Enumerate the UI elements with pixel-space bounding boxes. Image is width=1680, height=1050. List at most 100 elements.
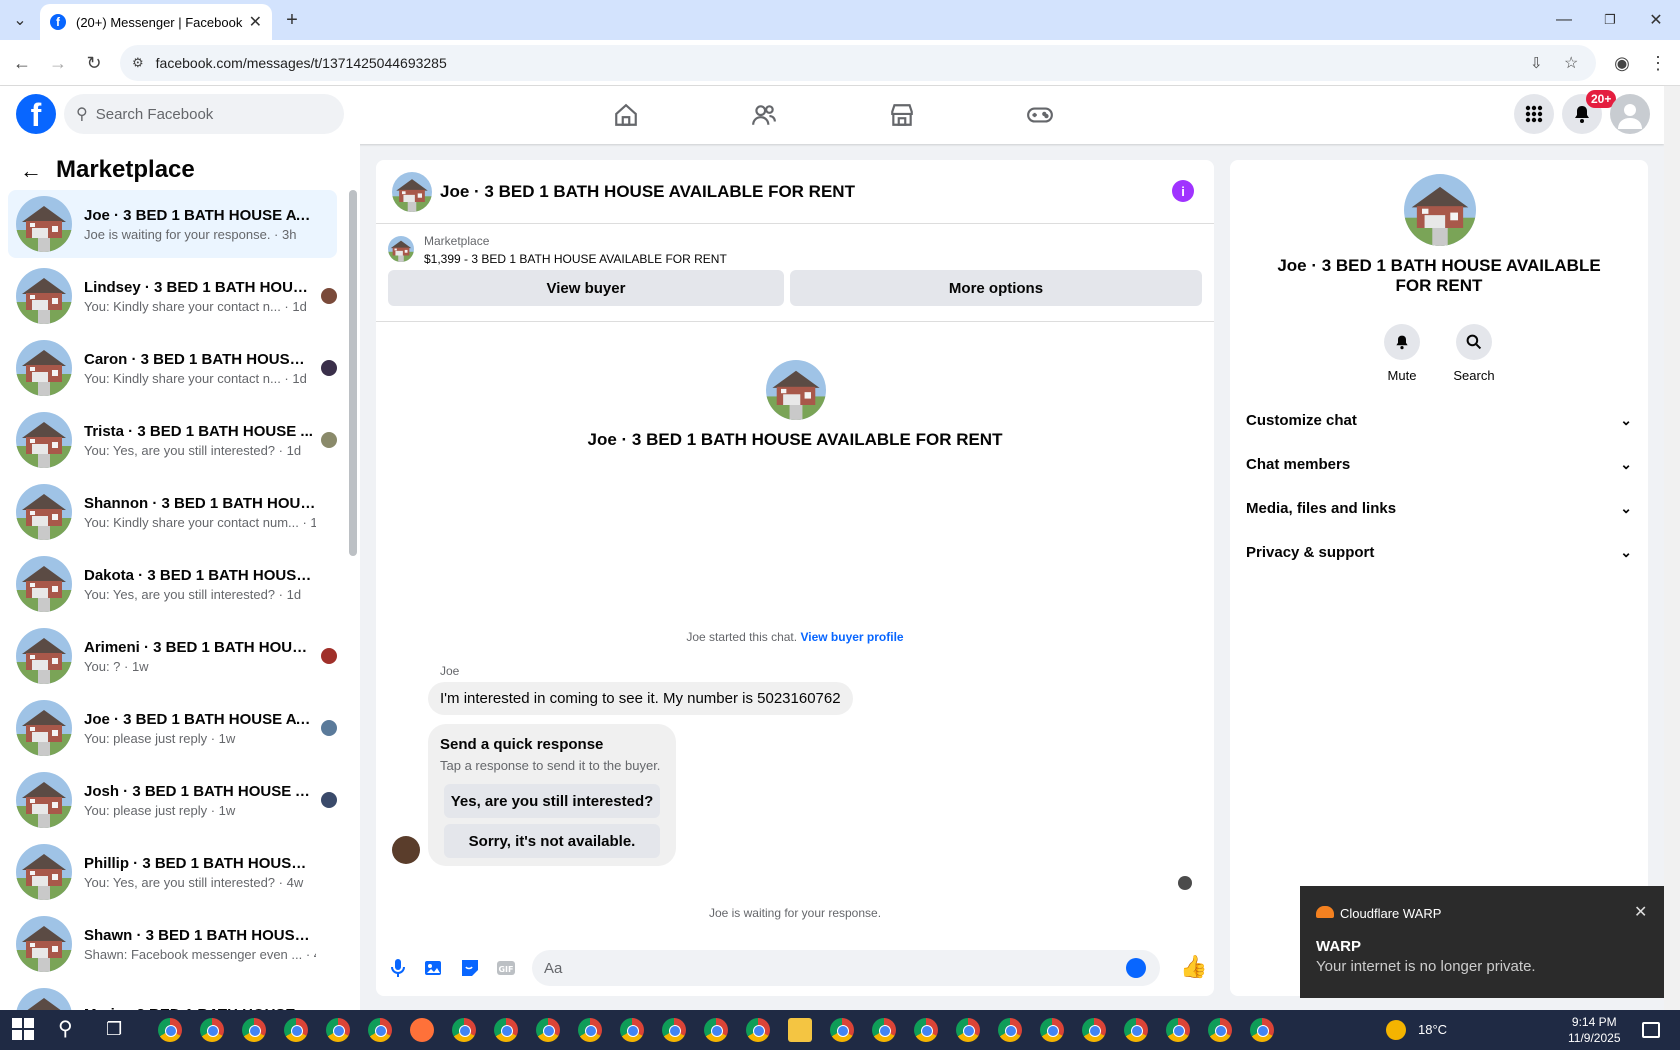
details-section-row[interactable]: Chat members ⌄ xyxy=(1246,444,1632,484)
close-tab-icon[interactable]: ✕ xyxy=(249,12,262,32)
chat-list-scrollbar[interactable] xyxy=(349,190,357,556)
taskbar-app-icon[interactable] xyxy=(158,1018,182,1042)
message-bubble[interactable]: I'm interested in coming to see it. My n… xyxy=(428,682,853,715)
taskbar-app-icon[interactable] xyxy=(746,1018,770,1042)
new-tab-icon[interactable]: + xyxy=(278,6,306,34)
conversation-avatar xyxy=(16,484,72,540)
conversation-item[interactable]: Arimeni · 3 BED 1 BATH HOUS... You: ? · 1… xyxy=(8,622,337,690)
taskbar-app-icon[interactable] xyxy=(536,1018,560,1042)
chat-avatar[interactable] xyxy=(392,172,432,212)
taskbar-app-icon[interactable] xyxy=(578,1018,602,1042)
conversation-item[interactable]: Trista · 3 BED 1 BATH HOUSE ... You: Yes,… xyxy=(8,406,337,474)
taskbar-app-icon[interactable] xyxy=(494,1018,518,1042)
details-section-row[interactable]: Privacy & support ⌄ xyxy=(1246,532,1632,572)
reload-icon[interactable]: ↻ xyxy=(80,49,108,77)
taskbar-app-icon[interactable] xyxy=(872,1018,896,1042)
sticker-icon[interactable] xyxy=(458,956,482,980)
close-window-icon[interactable]: ✕ xyxy=(1642,6,1670,34)
taskbar-app-icon[interactable] xyxy=(1082,1018,1106,1042)
microphone-icon[interactable] xyxy=(386,956,410,980)
taskbar-app-icon[interactable] xyxy=(242,1018,266,1042)
close-notification-icon[interactable]: ✕ xyxy=(1634,902,1647,922)
search-input[interactable]: ⚲ Search Facebook xyxy=(64,94,344,134)
taskbar-app-icon[interactable] xyxy=(1166,1018,1190,1042)
menu-grid-icon[interactable] xyxy=(1514,94,1554,134)
account-avatar[interactable] xyxy=(1610,94,1650,134)
clock-time: 9:14 PM xyxy=(1571,1015,1617,1029)
weather-icon[interactable] xyxy=(1386,1020,1406,1040)
minimize-icon[interactable]: — xyxy=(1550,6,1578,34)
taskbar-app-icon[interactable] xyxy=(1208,1018,1232,1042)
taskbar-app-icon[interactable] xyxy=(620,1018,644,1042)
taskbar-app-icon[interactable] xyxy=(662,1018,686,1042)
taskbar-app-icon[interactable] xyxy=(704,1018,728,1042)
taskbar-app-icon[interactable] xyxy=(830,1018,854,1042)
message-input[interactable]: Aa xyxy=(532,950,1160,986)
view-buyer-profile-link[interactable]: View buyer profile xyxy=(800,630,903,644)
conversation-item[interactable]: Lindsey · 3 BED 1 BATH HOUS... You: Kindl… xyxy=(8,262,337,330)
page-scrollbar[interactable] xyxy=(1664,86,1680,1010)
conversation-item[interactable]: Josh · 3 BED 1 BATH HOUSE A... You: pleas… xyxy=(8,766,337,834)
facebook-logo-icon[interactable]: f xyxy=(16,94,56,134)
emoji-icon[interactable] xyxy=(1126,958,1146,978)
gaming-icon[interactable] xyxy=(1010,94,1070,136)
profile-icon[interactable]: ◉ xyxy=(1608,49,1636,77)
taskbar-app-icon[interactable] xyxy=(452,1018,476,1042)
conversation-item[interactable]: Caron · 3 BED 1 BATH HOUSE ... You: Kindl… xyxy=(8,334,337,402)
taskbar-app-icon[interactable] xyxy=(1124,1018,1148,1042)
marketplace-icon[interactable] xyxy=(872,94,932,136)
taskbar-app-icon[interactable] xyxy=(368,1018,392,1042)
taskbar-app-icon[interactable] xyxy=(914,1018,938,1042)
tab-search-icon[interactable]: ⌄ xyxy=(6,6,34,34)
cloudflare-warp-notification[interactable]: Cloudflare WARP ✕ WARP Your internet is … xyxy=(1300,886,1664,998)
taskbar-app-icon[interactable] xyxy=(1040,1018,1064,1042)
taskbar-app-icon[interactable] xyxy=(200,1018,224,1042)
back-arrow-icon[interactable]: ← xyxy=(20,158,42,184)
quick-response-not-available[interactable]: Sorry, it's not available. xyxy=(444,824,660,858)
weather-temperature[interactable]: 18°C xyxy=(1418,1022,1447,1037)
install-icon[interactable]: ⇩ xyxy=(1530,54,1543,72)
conversation-item[interactable]: Shawn · 3 BED 1 BATH HOUSE A... Shawn: Fa… xyxy=(8,910,337,978)
details-section-row[interactable]: Customize chat ⌄ xyxy=(1246,400,1632,440)
sender-avatar[interactable] xyxy=(392,836,420,864)
taskbar-app-icon[interactable] xyxy=(998,1018,1022,1042)
search-button[interactable]: Search xyxy=(1444,324,1504,383)
windows-start-icon[interactable] xyxy=(12,1018,36,1042)
conversation-item[interactable]: Shannon · 3 BED 1 BATH HOUSE ... You: Kin… xyxy=(8,478,337,546)
task-view-icon[interactable]: ❐ xyxy=(106,1018,130,1042)
taskbar-app-icon[interactable] xyxy=(788,1018,812,1042)
home-icon[interactable] xyxy=(596,94,656,136)
browser-tab[interactable]: f (20+) Messenger | Facebook ✕ xyxy=(40,4,272,40)
site-info-icon[interactable]: ⚙ xyxy=(132,55,144,71)
clock[interactable]: 9:14 PM 11/9/2025 xyxy=(1568,1014,1621,1046)
friends-icon[interactable] xyxy=(734,94,794,136)
address-bar[interactable]: ⚙ facebook.com/messages/t/13714250446932… xyxy=(120,45,1596,81)
gif-icon[interactable]: GIF xyxy=(494,956,518,980)
details-section-row[interactable]: Media, files and links ⌄ xyxy=(1246,488,1632,528)
browser-menu-icon[interactable]: ⋮ xyxy=(1644,49,1672,77)
taskbar-app-icon[interactable] xyxy=(1250,1018,1274,1042)
conversation-item[interactable]: Joe · 3 BED 1 BATH HOUSE AV... You: pleas… xyxy=(8,694,337,762)
conversation-item[interactable]: Joe · 3 BED 1 BATH HOUSE AVAI... Joe is w… xyxy=(8,190,337,258)
taskbar-app-icon[interactable] xyxy=(326,1018,350,1042)
view-buyer-button[interactable]: View buyer xyxy=(388,270,784,306)
chat-title[interactable]: Joe · 3 BED 1 BATH HOUSE AVAILABLE FOR R… xyxy=(440,182,855,202)
conversation-item[interactable]: Dakota · 3 BED 1 BATH HOUSE A... You: Yes… xyxy=(8,550,337,618)
info-icon[interactable]: i xyxy=(1172,180,1194,202)
forward-icon[interactable]: → xyxy=(44,49,72,77)
taskbar-app-icon[interactable] xyxy=(284,1018,308,1042)
taskbar-search-icon[interactable]: ⚲ xyxy=(58,1018,82,1042)
more-options-button[interactable]: More options xyxy=(790,270,1202,306)
conversation-avatar xyxy=(16,628,72,684)
mute-button[interactable]: Mute xyxy=(1372,324,1432,383)
back-icon[interactable]: ← xyxy=(8,49,36,77)
thumbs-up-icon[interactable]: 👍 xyxy=(1180,954,1207,980)
photo-icon[interactable] xyxy=(422,956,446,980)
bookmark-star-icon[interactable]: ☆ xyxy=(1564,53,1578,73)
quick-response-still-interested[interactable]: Yes, are you still interested? xyxy=(444,784,660,818)
notification-center-icon[interactable] xyxy=(1642,1022,1660,1038)
restore-icon[interactable]: ❐ xyxy=(1596,6,1624,34)
conversation-item[interactable]: Phillip · 3 BED 1 BATH HOUSE A... You: Ye… xyxy=(8,838,337,906)
taskbar-app-icon[interactable] xyxy=(956,1018,980,1042)
taskbar-app-icon[interactable] xyxy=(410,1018,434,1042)
